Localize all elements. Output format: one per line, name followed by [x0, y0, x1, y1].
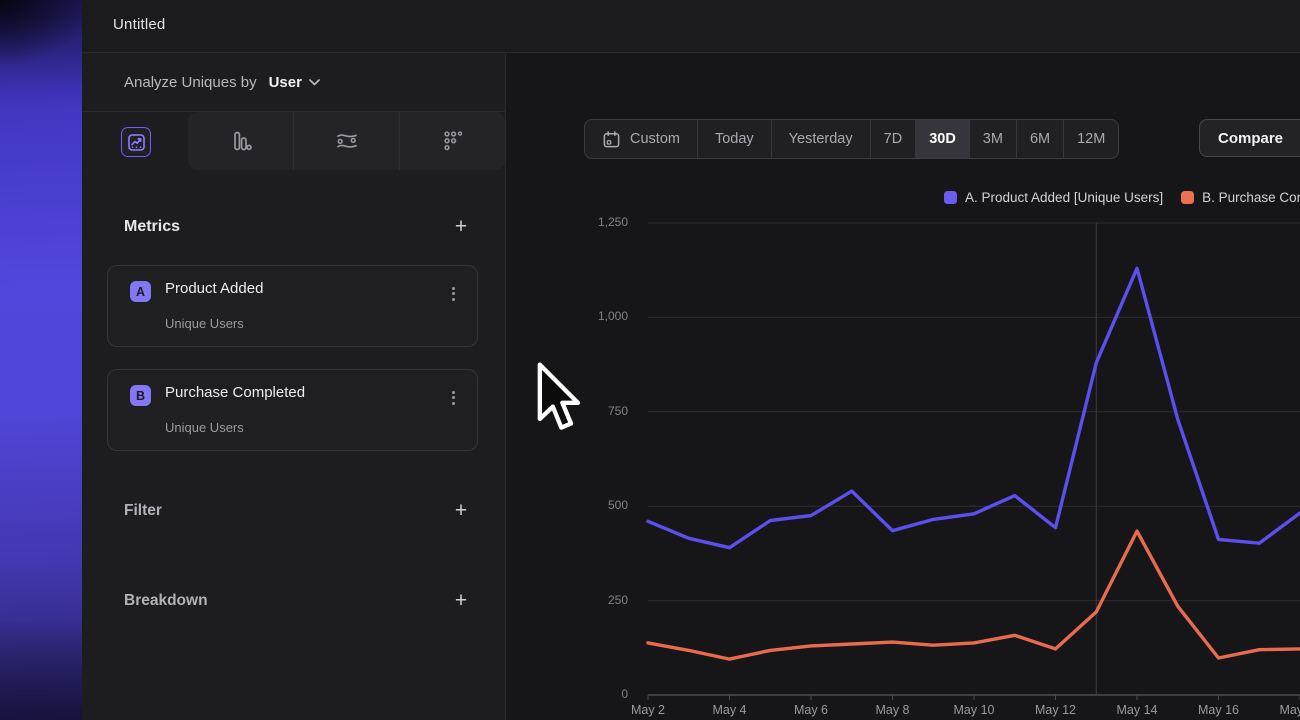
sidebar: Analyze Uniques by User [82, 53, 506, 720]
legend-item-b[interactable]: B. Purchase Completed [Unique Users] [1181, 190, 1300, 205]
chart-legend: A. Product Added [Unique Users] B. Purch… [944, 190, 1300, 205]
metric-b-subtitle: Unique Users [165, 420, 244, 435]
filter-heading: Filter [124, 502, 162, 520]
bar-chart-icon [229, 129, 253, 153]
range-12m-button[interactable]: 12M [1063, 120, 1118, 158]
x-axis-tick-label: May 6 [781, 703, 841, 717]
metric-b-badge: B [130, 385, 151, 406]
range-3m-button[interactable]: 3M [969, 120, 1016, 158]
legend-item-a[interactable]: A. Product Added [Unique Users] [944, 190, 1163, 205]
metric-a-subtitle: Unique Users [165, 316, 244, 331]
desktop-background-strip [0, 0, 82, 720]
add-metric-button[interactable]: + [449, 215, 473, 239]
x-axis-tick-label: May 14 [1107, 703, 1167, 717]
tab-line-chart[interactable] [121, 127, 151, 157]
x-axis-tick-label: May 18 [1270, 703, 1300, 717]
range-30d-button[interactable]: 30D [915, 120, 969, 158]
metric-card-b[interactable]: B Purchase Completed Unique Users [107, 369, 478, 451]
x-axis-tick-label: May 4 [700, 703, 760, 717]
line-chart-canvas [648, 223, 1300, 705]
add-breakdown-button[interactable]: + [449, 589, 473, 613]
tab-bar-chart[interactable] [188, 112, 293, 170]
metric-a-title: Product Added [165, 280, 263, 297]
range-custom-button[interactable]: Custom [585, 120, 697, 158]
metric-a-badge: A [130, 281, 151, 302]
range-custom-label: Custom [630, 131, 680, 147]
line-chart-icon [128, 134, 145, 151]
range-7d-button[interactable]: 7D [870, 120, 916, 158]
metrics-section-header: Metrics + [124, 215, 473, 239]
legend-swatch-a [944, 191, 957, 204]
metric-card-a[interactable]: A Product Added Unique Users [107, 265, 478, 347]
metrics-heading: Metrics [124, 218, 180, 236]
legend-swatch-b [1181, 191, 1194, 204]
x-axis-tick-label: May 2 [618, 703, 678, 717]
tab-retention-grid[interactable] [399, 112, 505, 170]
compare-button[interactable]: Compare [1199, 119, 1300, 157]
breakdown-heading: Breakdown [124, 592, 208, 610]
y-axis-tick-label: 0 [621, 687, 628, 701]
add-filter-button[interactable]: + [449, 499, 473, 523]
y-axis-tick-label: 250 [608, 593, 628, 607]
metric-a-menu-button[interactable] [448, 280, 459, 307]
analyze-label: Analyze Uniques by [124, 74, 257, 91]
metric-b-menu-button[interactable] [448, 384, 459, 411]
analyze-row: Analyze Uniques by User [82, 53, 505, 112]
breakdown-section-header: Breakdown + [124, 589, 473, 613]
x-axis-tick-label: May 16 [1189, 703, 1249, 717]
dot-grid-icon [441, 129, 465, 153]
tab-flow[interactable] [293, 112, 399, 170]
calendar-icon [602, 130, 621, 149]
analyze-by-dropdown[interactable]: User [267, 72, 322, 93]
window-header: Untitled [82, 0, 1300, 53]
y-axis-tick-label: 750 [608, 404, 628, 418]
y-axis-tick-label: 500 [608, 498, 628, 512]
y-axis-tick-label: 1,250 [598, 215, 628, 229]
chevron-down-icon [309, 79, 320, 86]
range-today-button[interactable]: Today [697, 120, 771, 158]
range-yesterday-button[interactable]: Yesterday [771, 120, 870, 158]
metric-b-title: Purchase Completed [165, 384, 305, 401]
chart-type-tabs [188, 112, 505, 170]
x-axis-tick-label: May 8 [863, 703, 923, 717]
flow-stream-icon [334, 129, 360, 153]
analyze-by-value: User [269, 74, 302, 91]
report-title: Untitled [113, 16, 165, 33]
range-6m-button[interactable]: 6M [1016, 120, 1063, 158]
x-axis-tick-label: May 10 [944, 703, 1004, 717]
y-axis-tick-label: 1,000 [598, 309, 628, 323]
analytics-app: Untitled Analyze Uniques by User [0, 0, 1300, 720]
date-range-segmented-control: Custom Today Yesterday 7D 30D 3M 6M 12M [584, 119, 1119, 159]
filter-section-header: Filter + [124, 499, 473, 523]
legend-label-b: B. Purchase Completed [Unique Users] [1202, 190, 1300, 205]
series-line[interactable] [648, 531, 1300, 659]
legend-label-a: A. Product Added [Unique Users] [965, 190, 1163, 205]
x-axis-tick-label: May 12 [1026, 703, 1086, 717]
